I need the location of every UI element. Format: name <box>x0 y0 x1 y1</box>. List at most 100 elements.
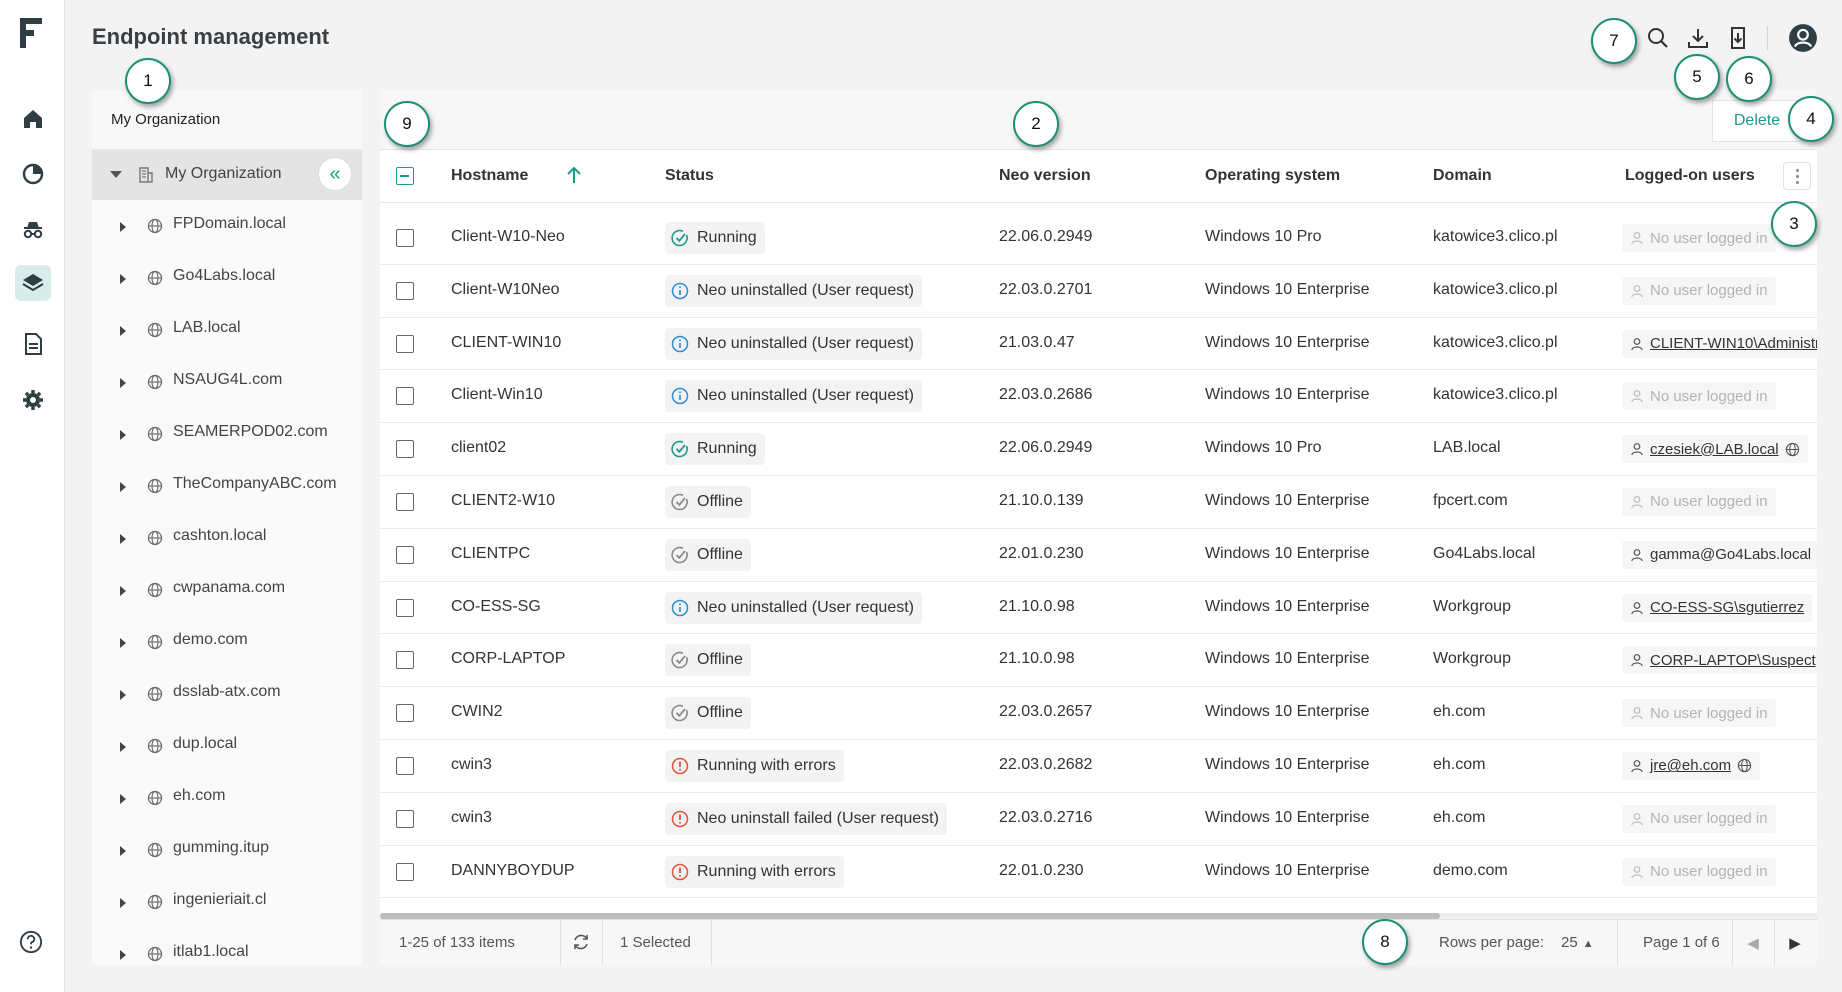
hostname-cell[interactable]: client02 <box>451 439 506 457</box>
caret-right-icon[interactable] <box>120 326 126 336</box>
caret-right-icon[interactable] <box>120 430 126 440</box>
row-checkbox[interactable] <box>396 440 414 459</box>
previous-page-icon[interactable]: ◀ <box>1743 933 1763 953</box>
tree-item-domain[interactable]: TheCompanyABC.com <box>92 460 362 512</box>
logged-on-user-link[interactable]: czesiek@LAB.local <box>1622 435 1808 464</box>
column-status[interactable]: Status <box>665 167 714 185</box>
document-icon[interactable] <box>15 326 51 362</box>
tree-item-domain[interactable]: gumming.itup <box>92 824 362 876</box>
column-operating-system[interactable]: Operating system <box>1205 167 1340 185</box>
table-row[interactable]: CORP-LAPTOP Offline 21.10.0.98 Windows 10 E… <box>380 634 1817 688</box>
row-checkbox[interactable] <box>396 704 414 723</box>
tree-item-domain[interactable]: Go4Labs.local <box>92 252 362 304</box>
tree-item-domain[interactable]: cwpanama.com <box>92 564 362 616</box>
caret-right-icon[interactable] <box>120 482 126 492</box>
tree-item-domain[interactable]: itlab1.local <box>92 928 362 965</box>
dashboard-icon[interactable] <box>15 156 51 192</box>
caret-down-icon[interactable] <box>110 171 122 178</box>
table-row[interactable]: client02 Running 22.06.0.2949 Windows 10 Pr… <box>380 423 1817 476</box>
table-row[interactable]: CLIENT-WIN10 Neo uninstalled (User reques… <box>380 318 1817 371</box>
table-row[interactable]: CLIENT2-W10 Offline 21.10.0.139 Windows 10 … <box>380 476 1817 529</box>
hostname-cell[interactable]: CO-ESS-SG <box>451 598 541 616</box>
hostname-cell[interactable]: cwin3 <box>451 809 492 827</box>
caret-right-icon[interactable] <box>120 742 126 752</box>
table-row[interactable]: Client-Win10 Neo uninstalled (User reques… <box>380 370 1817 424</box>
incognito-icon[interactable] <box>15 212 51 248</box>
column-domain[interactable]: Domain <box>1433 167 1492 185</box>
tree-root-my-organization[interactable]: My Organization « <box>92 150 362 200</box>
caret-right-icon[interactable] <box>120 638 126 648</box>
hostname-cell[interactable]: CLIENT-WIN10 <box>451 334 561 352</box>
sort-ascending-icon[interactable] <box>565 165 583 185</box>
download-icon[interactable] <box>1684 24 1712 52</box>
hostname-cell[interactable]: DANNYBOYDUP <box>451 862 575 880</box>
tree-item-domain[interactable]: LAB.local <box>92 304 362 356</box>
tree-item-domain[interactable]: NSAUG4L.com <box>92 356 362 408</box>
logged-on-user-link[interactable]: CO-ESS-SG\sgutierrez <box>1622 593 1813 622</box>
rows-per-page-select[interactable]: 25 ▲ <box>1561 934 1594 951</box>
table-row[interactable]: Client-W10-Neo Running 22.06.0.2949 Windows… <box>380 212 1817 265</box>
table-row[interactable]: cwin3 Neo uninstall failed (User request)… <box>380 793 1817 846</box>
export-icon[interactable] <box>1724 24 1752 52</box>
logged-on-user-link[interactable]: CORP-LAPTOP\Suspect <box>1622 646 1817 675</box>
row-checkbox[interactable] <box>396 492 414 511</box>
column-neo-version[interactable]: Neo version <box>999 167 1091 185</box>
row-checkbox[interactable] <box>396 281 414 300</box>
hostname-cell[interactable]: Client-W10Neo <box>451 281 559 299</box>
caret-right-icon[interactable] <box>120 690 126 700</box>
row-checkbox[interactable] <box>396 229 414 247</box>
hostname-cell[interactable]: CORP-LAPTOP <box>451 650 565 668</box>
caret-right-icon[interactable] <box>120 846 126 856</box>
refresh-icon[interactable] <box>571 932 591 952</box>
caret-right-icon[interactable] <box>120 950 126 960</box>
row-checkbox[interactable] <box>396 598 414 617</box>
hostname-cell[interactable]: CWIN2 <box>451 703 503 721</box>
select-all-checkbox[interactable] <box>396 167 414 185</box>
row-checkbox[interactable] <box>396 862 414 881</box>
help-icon[interactable] <box>19 930 43 954</box>
search-icon[interactable] <box>1644 24 1672 52</box>
hostname-cell[interactable]: CLIENTPC <box>451 545 530 563</box>
tree-item-domain[interactable]: dsslab-atx.com <box>92 668 362 720</box>
home-icon[interactable] <box>15 101 51 137</box>
caret-right-icon[interactable] <box>120 794 126 804</box>
caret-right-icon[interactable] <box>120 534 126 544</box>
caret-right-icon[interactable] <box>120 898 126 908</box>
row-checkbox[interactable] <box>396 334 414 353</box>
row-checkbox[interactable] <box>396 756 414 775</box>
column-logged-on-users[interactable]: Logged-on users <box>1625 167 1755 185</box>
table-row[interactable]: Client-W10Neo Neo uninstalled (User reque… <box>380 265 1817 318</box>
user-account-icon[interactable] <box>1787 22 1819 54</box>
hostname-cell[interactable]: Client-W10-Neo <box>451 228 565 246</box>
tree-item-domain[interactable]: SEAMERPOD02.com <box>92 408 362 460</box>
row-checkbox[interactable] <box>396 651 414 670</box>
tree-item-domain[interactable]: dup.local <box>92 720 362 772</box>
table-row[interactable]: CLIENTPC Offline 22.01.0.230 Windows 10 Ent… <box>380 529 1817 582</box>
tree-item-domain[interactable]: eh.com <box>92 772 362 824</box>
row-checkbox[interactable] <box>396 387 414 406</box>
collapse-panel-button[interactable]: « <box>318 157 352 191</box>
hostname-cell[interactable]: CLIENT2-W10 <box>451 492 555 510</box>
hostname-cell[interactable]: cwin3 <box>451 756 492 774</box>
table-row[interactable]: CO-ESS-SG Neo uninstalled (User request) 2… <box>380 582 1817 635</box>
settings-icon[interactable] <box>15 382 51 418</box>
tree-item-domain[interactable]: demo.com <box>92 616 362 668</box>
table-row[interactable]: DANNYBOYDUP Running with errors 22.01.0.23… <box>380 846 1817 899</box>
caret-right-icon[interactable] <box>120 586 126 596</box>
column-options-kebab-icon[interactable] <box>1783 162 1811 190</box>
tree-item-domain[interactable]: FPDomain.local <box>92 200 362 252</box>
caret-right-icon[interactable] <box>120 222 126 232</box>
caret-right-icon[interactable] <box>120 378 126 388</box>
logged-on-user-link[interactable]: jre@eh.com <box>1622 751 1761 780</box>
table-row[interactable]: CWIN2 Offline 22.03.0.2657 Windows 10 Enter… <box>380 687 1817 740</box>
logged-on-user-link[interactable]: CLIENT-WIN10\Administra <box>1622 329 1817 358</box>
table-row[interactable]: cwin3 Running with errors 22.03.0.2682 Wind… <box>380 740 1817 793</box>
hostname-cell[interactable]: Client-Win10 <box>451 386 543 404</box>
row-checkbox[interactable] <box>396 545 414 564</box>
tree-item-domain[interactable]: ingenieriait.cl <box>92 876 362 928</box>
next-page-icon[interactable]: ▶ <box>1785 933 1805 953</box>
tree-item-domain[interactable]: cashton.local <box>92 512 362 564</box>
caret-right-icon[interactable] <box>120 274 126 284</box>
row-checkbox[interactable] <box>396 809 414 828</box>
column-hostname[interactable]: Hostname <box>451 167 528 185</box>
